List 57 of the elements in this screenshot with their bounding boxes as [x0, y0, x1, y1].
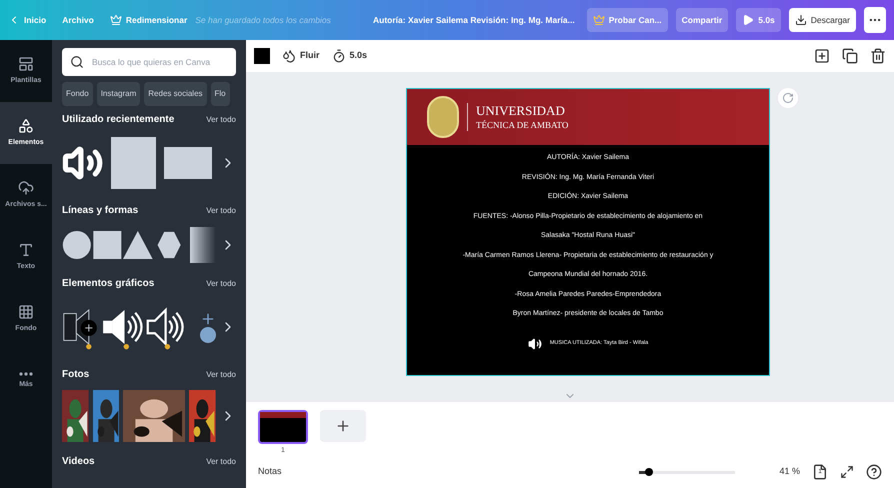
section-title: Fotos — [62, 368, 90, 382]
category-chip[interactable]: Flo — [210, 82, 230, 106]
university-name: UNIVERSIDAD — [476, 103, 566, 120]
page-thumbnail[interactable] — [258, 410, 308, 444]
section-title: Líneas y formas — [62, 204, 138, 218]
text-icon — [18, 242, 34, 258]
duplicate-icon[interactable] — [842, 48, 858, 64]
section-title: Utilizado recientemente — [62, 113, 174, 127]
see-all-link[interactable]: Ver todo — [206, 278, 236, 290]
see-all-link[interactable]: Ver todo — [206, 204, 236, 216]
university-subtitle: TÉCNICA DE AMBATO — [476, 120, 568, 131]
shapes-icon — [18, 118, 34, 134]
section-title: Elementos gráficos — [62, 277, 154, 291]
animation-button[interactable]: Fluir — [282, 49, 320, 63]
zoom-reading: 41 % — [779, 465, 800, 478]
add-page-icon[interactable] — [814, 48, 830, 64]
more-button[interactable] — [864, 7, 886, 33]
see-all-link[interactable]: Ver todo — [206, 114, 236, 126]
cloud-upload-icon — [18, 180, 34, 196]
grid-icon — [18, 304, 34, 320]
rectangle-shape[interactable] — [164, 147, 212, 179]
droplets-icon — [282, 49, 296, 63]
crown-icon — [110, 14, 122, 26]
gradient-shape[interactable] — [190, 227, 216, 263]
design-title[interactable]: Autoría: Xavier Sailema Revisión: Ing. Mg. María... — [373, 14, 575, 26]
search-bar[interactable]: Busca lo que quieras en Canva — [62, 48, 236, 76]
page-icon — [812, 464, 828, 480]
speaker-icon — [528, 336, 542, 350]
see-all-link[interactable]: Ver todo — [206, 368, 236, 380]
more-icon — [19, 372, 33, 376]
search-icon — [70, 55, 84, 69]
rotate-icon[interactable] — [778, 88, 798, 108]
category-chip[interactable]: Redes sociales — [144, 82, 207, 106]
plus-icon[interactable] — [200, 311, 216, 327]
timer-icon — [332, 49, 346, 63]
save-status: Se han guardado todos los cambios — [195, 14, 331, 26]
duration-button[interactable]: 5.0s — [332, 49, 368, 63]
globe-shape[interactable] — [200, 327, 216, 343]
search-field[interactable]: Busca lo que quieras en Canva — [92, 56, 228, 68]
download-icon — [794, 14, 807, 26]
plus-icon — [335, 418, 351, 434]
download-button[interactable]: Descargar — [788, 8, 856, 32]
see-all-link[interactable]: Ver todo — [206, 456, 236, 468]
slider-thumb[interactable] — [645, 468, 654, 476]
slide[interactable] — [406, 88, 770, 376]
color-swatch[interactable] — [254, 48, 270, 64]
fullscreen-icon[interactable] — [840, 465, 854, 479]
category-chip[interactable]: Fondo — [62, 82, 93, 106]
section-title: Videos — [62, 455, 95, 469]
crest-icon — [427, 96, 459, 138]
play-icon — [742, 14, 754, 26]
help-icon[interactable] — [866, 464, 882, 480]
trash-icon[interactable] — [870, 48, 886, 64]
notes-button[interactable]: Notas — [258, 465, 282, 479]
templates-icon — [18, 56, 34, 72]
category-chip[interactable]: Instagram — [96, 82, 140, 106]
crown-icon — [592, 14, 605, 26]
